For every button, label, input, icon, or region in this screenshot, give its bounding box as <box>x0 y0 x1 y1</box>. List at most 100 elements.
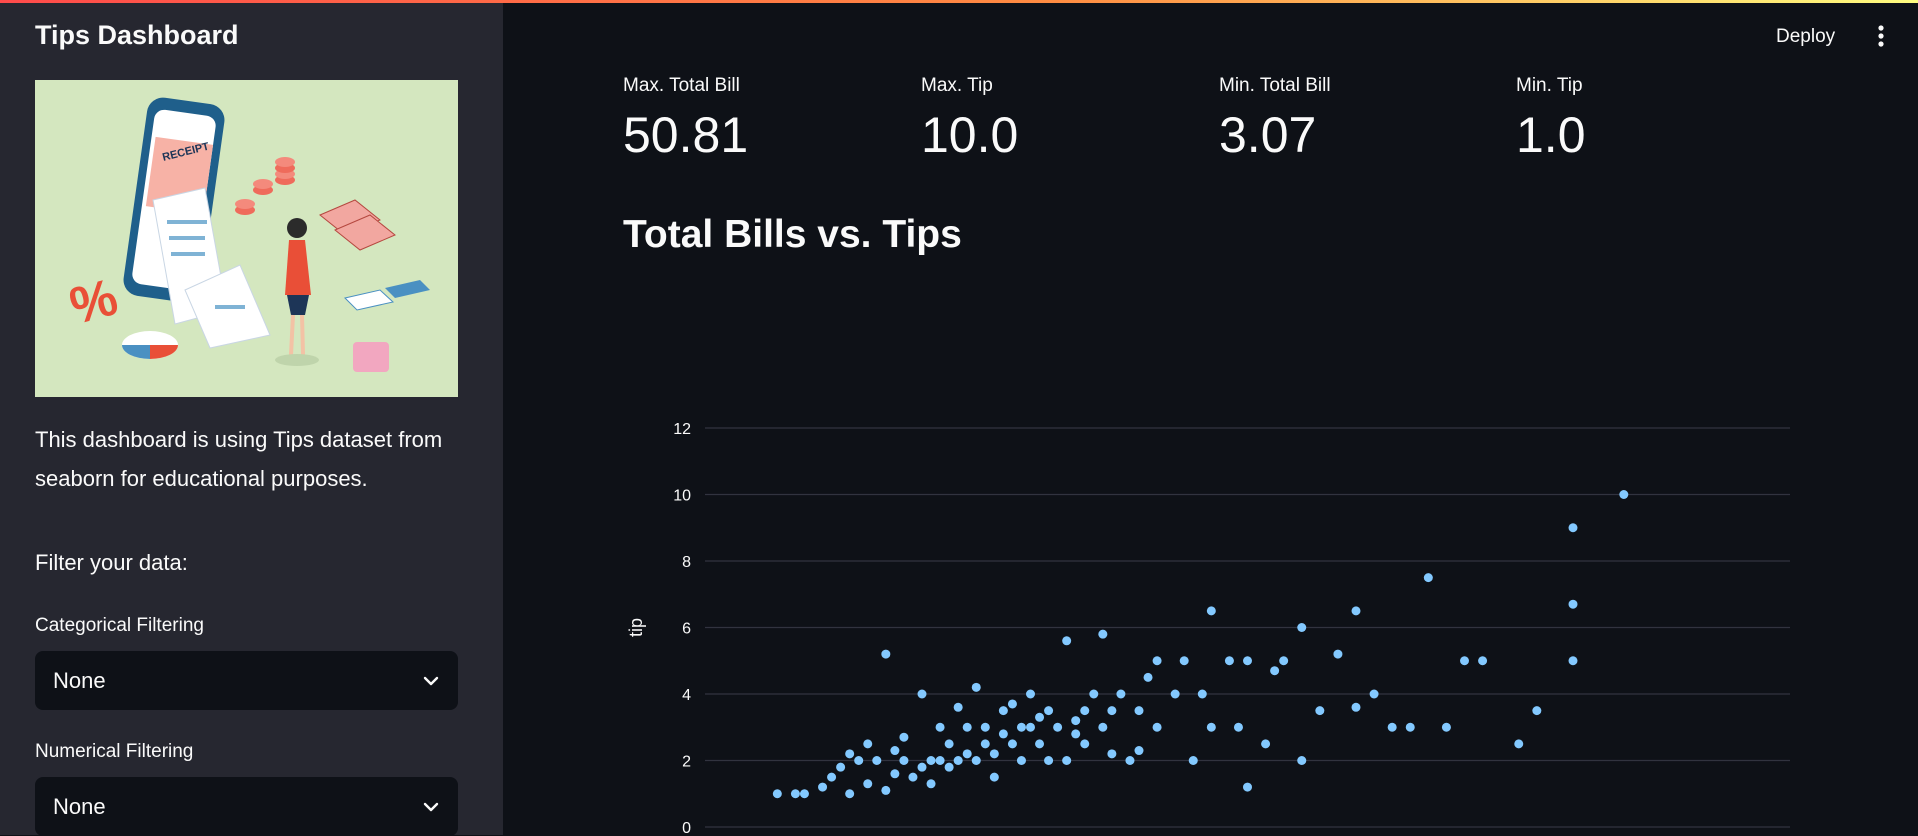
scatter-point[interactable] <box>962 749 972 759</box>
scatter-point[interactable] <box>1125 756 1135 765</box>
scatter-point[interactable] <box>1297 623 1307 632</box>
scatter-point[interactable] <box>1098 722 1108 732</box>
scatter-point[interactable] <box>890 769 900 779</box>
scatter-point[interactable] <box>953 702 963 712</box>
scatter-point[interactable] <box>845 789 855 799</box>
scatter-point[interactable] <box>863 739 873 749</box>
scatter-point[interactable] <box>980 722 990 732</box>
scatter-point[interactable] <box>1062 756 1072 765</box>
scatter-point[interactable] <box>1333 649 1343 659</box>
scatter-point[interactable] <box>908 772 918 782</box>
scatter-point[interactable] <box>881 649 891 659</box>
scatter-point[interactable] <box>1270 666 1280 676</box>
scatter-point[interactable] <box>989 749 999 759</box>
scatter-chart[interactable]: 0 2 4 6 8 10 12 tip <box>620 400 1800 835</box>
scatter-point[interactable] <box>944 739 954 749</box>
scatter-point[interactable] <box>1460 656 1469 666</box>
scatter-point[interactable] <box>1107 706 1117 716</box>
categorical-filter-select[interactable]: None <box>35 651 458 710</box>
scatter-point[interactable] <box>772 789 782 799</box>
scatter-point[interactable] <box>989 772 999 782</box>
scatter-point[interactable] <box>1532 706 1542 716</box>
scatter-point[interactable] <box>917 762 927 772</box>
scatter-point[interactable] <box>1071 729 1081 739</box>
scatter-point[interactable] <box>1026 689 1035 699</box>
scatter-point[interactable] <box>1071 716 1081 726</box>
scatter-point[interactable] <box>854 756 864 765</box>
scatter-point[interactable] <box>1089 689 1099 699</box>
scatter-point[interactable] <box>1007 699 1017 709</box>
scatter-point[interactable] <box>1233 722 1243 732</box>
scatter-point[interactable] <box>1568 599 1578 609</box>
scatter-point[interactable] <box>1243 656 1252 666</box>
scatter-point[interactable] <box>998 706 1008 716</box>
scatter-point[interactable] <box>1423 573 1433 583</box>
scatter-point[interactable] <box>899 732 909 742</box>
scatter-point[interactable] <box>863 779 873 789</box>
scatter-point[interactable] <box>1568 656 1578 666</box>
scatter-point[interactable] <box>998 729 1008 739</box>
scatter-point[interactable] <box>935 722 945 732</box>
scatter-point[interactable] <box>1179 656 1189 666</box>
deploy-button[interactable]: Deploy <box>1770 22 1841 52</box>
scatter-point[interactable] <box>926 756 936 765</box>
scatter-point[interactable] <box>1016 756 1026 765</box>
scatter-point[interactable] <box>1080 739 1090 749</box>
scatter-point[interactable] <box>1107 749 1117 759</box>
scatter-point[interactable] <box>818 782 828 792</box>
scatter-point[interactable] <box>1297 756 1307 765</box>
scatter-point[interactable] <box>1152 722 1162 732</box>
scatter-point[interactable] <box>1044 756 1054 765</box>
scatter-point[interactable] <box>953 756 963 765</box>
scatter-point[interactable] <box>1080 706 1090 716</box>
scatter-point[interactable] <box>1035 739 1045 749</box>
scatter-point[interactable] <box>1405 722 1415 732</box>
scatter-point[interactable] <box>1243 782 1252 792</box>
scatter-point[interactable] <box>1134 706 1144 716</box>
scatter-point[interactable] <box>1143 672 1153 682</box>
scatter-point[interactable] <box>971 756 981 765</box>
scatter-point[interactable] <box>1116 689 1126 699</box>
numerical-filter-select[interactable]: None <box>35 777 458 836</box>
scatter-point[interactable] <box>917 689 927 699</box>
scatter-point[interactable] <box>1062 636 1072 646</box>
scatter-point[interactable] <box>1170 689 1180 699</box>
scatter-point[interactable] <box>1369 689 1379 699</box>
scatter-point[interactable] <box>1007 739 1017 749</box>
scatter-point[interactable] <box>1279 656 1289 666</box>
scatter-point[interactable] <box>845 749 855 759</box>
scatter-point[interactable] <box>1053 722 1063 732</box>
scatter-point[interactable] <box>1514 739 1524 749</box>
scatter-point[interactable] <box>1351 606 1361 616</box>
scatter-point[interactable] <box>1224 656 1234 666</box>
scatter-point[interactable] <box>1441 722 1451 732</box>
scatter-point[interactable] <box>1134 746 1144 756</box>
scatter-point[interactable] <box>935 756 945 765</box>
scatter-point[interactable] <box>872 756 882 765</box>
scatter-point[interactable] <box>1568 523 1578 533</box>
scatter-point[interactable] <box>890 746 900 756</box>
scatter-point[interactable] <box>962 722 972 732</box>
scatter-point[interactable] <box>1206 722 1216 732</box>
scatter-point[interactable] <box>1351 702 1361 712</box>
scatter-point[interactable] <box>1044 706 1054 716</box>
scatter-point[interactable] <box>926 779 936 789</box>
scatter-point[interactable] <box>827 772 837 782</box>
scatter-point[interactable] <box>1315 706 1325 716</box>
scatter-point[interactable] <box>1026 722 1035 732</box>
scatter-point[interactable] <box>1035 712 1045 722</box>
scatter-point[interactable] <box>980 739 990 749</box>
scatter-point[interactable] <box>1197 689 1207 699</box>
scatter-point[interactable] <box>836 762 846 772</box>
scatter-point[interactable] <box>1206 606 1216 616</box>
scatter-point[interactable] <box>1478 656 1488 666</box>
scatter-point[interactable] <box>1098 629 1108 639</box>
scatter-point[interactable] <box>899 756 909 765</box>
scatter-point[interactable] <box>1152 656 1162 666</box>
scatter-point[interactable] <box>1387 722 1397 732</box>
scatter-point[interactable] <box>790 789 800 799</box>
more-options-icon[interactable] <box>1877 24 1885 48</box>
scatter-point[interactable] <box>971 682 981 692</box>
scatter-point[interactable] <box>1188 756 1198 765</box>
scatter-point[interactable] <box>881 785 891 795</box>
